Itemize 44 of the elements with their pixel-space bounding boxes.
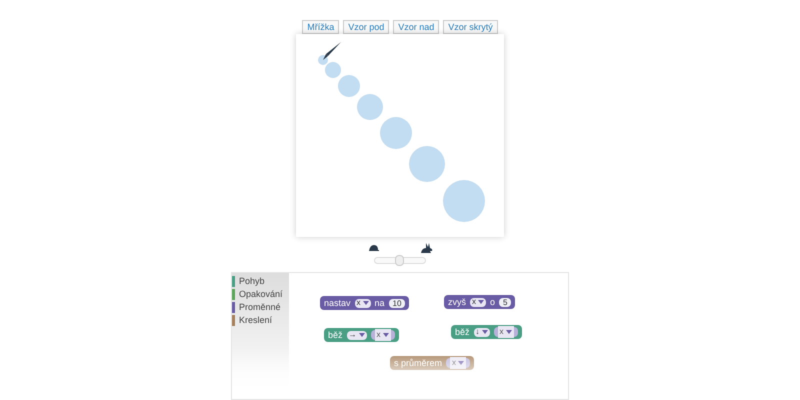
painted-circle	[338, 75, 360, 97]
block-label: s průměrem	[394, 356, 442, 370]
painted-circle	[380, 117, 412, 149]
category-item[interactable]: Opakování	[239, 288, 283, 302]
category-item[interactable]: Kreslení	[239, 314, 272, 328]
view-button[interactable]: Mřížka	[302, 20, 340, 34]
dropdown-arrow-icon	[358, 333, 365, 338]
paintbrush-icon	[323, 42, 341, 60]
dropdown-arrow-icon	[482, 330, 488, 334]
code-block[interactable]: nastav x na 10	[320, 296, 410, 310]
code-block[interactable]: běž ↓ x	[451, 325, 522, 340]
block-dropdown[interactable]: →	[346, 330, 367, 340]
variable-block[interactable]: x	[494, 327, 518, 338]
variable-block[interactable]: x	[370, 330, 395, 340]
dropdown-arrow-icon	[362, 301, 369, 306]
block-dropdown[interactable]: x	[470, 298, 486, 307]
painted-circle	[409, 146, 445, 182]
dropdown-arrow-icon	[506, 330, 512, 334]
dropdown-arrow-icon	[382, 333, 389, 338]
slider-thumb[interactable]	[395, 255, 404, 266]
block-dropdown[interactable]: ↓	[474, 328, 490, 337]
code-block[interactable]: zvyš x o 5	[444, 295, 516, 310]
category-item[interactable]: Pohyb	[239, 275, 265, 288]
view-button[interactable]: Vzor pod	[343, 20, 390, 34]
block-label: na	[374, 296, 385, 310]
view-button[interactable]: Vzor skrytý	[443, 20, 498, 34]
rabbit-icon	[420, 243, 433, 254]
number-input[interactable]: 10	[388, 298, 406, 308]
dropdown-arrow-icon	[458, 361, 464, 366]
dropdown-arrow-icon	[478, 300, 484, 304]
block-dropdown[interactable]: x	[354, 298, 371, 308]
code-block[interactable]: běž → x	[324, 328, 399, 342]
block-label: běž	[328, 328, 343, 342]
speed-slider[interactable]	[374, 257, 426, 264]
category-item[interactable]: Proměnné	[239, 301, 281, 314]
view-button[interactable]: Vzor nad	[393, 20, 440, 34]
block-label: o	[490, 296, 496, 308]
block-label: běž	[455, 326, 470, 338]
number-input[interactable]: 5	[499, 298, 512, 307]
block-label: nastav	[324, 296, 351, 310]
turtle-icon	[367, 245, 380, 252]
painted-circle	[357, 94, 383, 120]
block-label: zvyš	[448, 296, 466, 309]
painted-circle	[443, 180, 485, 222]
